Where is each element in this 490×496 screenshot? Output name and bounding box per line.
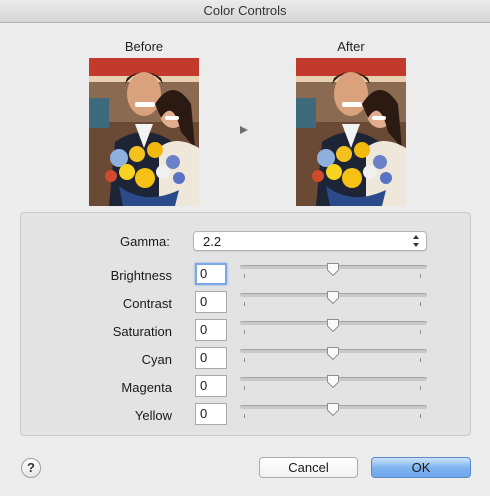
magenta-slider-thumb[interactable] xyxy=(327,375,339,388)
window-titlebar: Color Controls xyxy=(0,0,490,23)
window-title: Color Controls xyxy=(203,3,287,18)
slider-tick xyxy=(244,414,245,418)
before-label: Before xyxy=(124,39,164,54)
magenta-field[interactable]: 0 xyxy=(195,375,227,397)
slider-tick xyxy=(244,330,245,334)
magenta-label: Magenta xyxy=(121,380,172,395)
slider-tick xyxy=(420,358,421,362)
slider-tick xyxy=(420,414,421,418)
saturation-label: Saturation xyxy=(112,324,172,339)
slider-tick xyxy=(244,358,245,362)
gamma-select[interactable]: 2.2 xyxy=(193,231,427,251)
slider-tick xyxy=(420,274,421,278)
help-icon: ? xyxy=(27,460,35,475)
contrast-label: Contrast xyxy=(122,296,172,311)
yellow-slider-thumb[interactable] xyxy=(327,403,339,416)
brightness-slider-thumb[interactable] xyxy=(327,263,339,276)
play-right-icon xyxy=(240,126,248,134)
cyan-field[interactable]: 0 xyxy=(195,347,227,369)
slider-tick xyxy=(244,302,245,306)
slider-tick xyxy=(420,302,421,306)
ok-button[interactable]: OK xyxy=(371,457,471,478)
yellow-label: Yellow xyxy=(134,408,172,423)
slider-tick xyxy=(244,274,245,278)
cyan-slider-thumb[interactable] xyxy=(327,347,339,360)
before-preview-image xyxy=(89,58,199,206)
brightness-field[interactable]: 0 xyxy=(195,263,227,285)
slider-tick xyxy=(244,386,245,390)
saturation-field[interactable]: 0 xyxy=(195,319,227,341)
after-preview-image xyxy=(296,58,406,206)
slider-tick xyxy=(420,386,421,390)
yellow-field[interactable]: 0 xyxy=(195,403,227,425)
contrast-slider-thumb[interactable] xyxy=(327,291,339,304)
help-button[interactable]: ? xyxy=(21,458,41,478)
slider-tick xyxy=(420,330,421,334)
contrast-field[interactable]: 0 xyxy=(195,291,227,313)
updown-arrows-icon xyxy=(413,235,419,247)
saturation-slider-thumb[interactable] xyxy=(327,319,339,332)
brightness-label: Brightness xyxy=(110,268,172,283)
cancel-button[interactable]: Cancel xyxy=(259,457,358,478)
gamma-value: 2.2 xyxy=(203,234,222,249)
after-label: After xyxy=(337,39,365,54)
gamma-label: Gamma: xyxy=(120,234,170,249)
cyan-label: Cyan xyxy=(141,352,172,367)
